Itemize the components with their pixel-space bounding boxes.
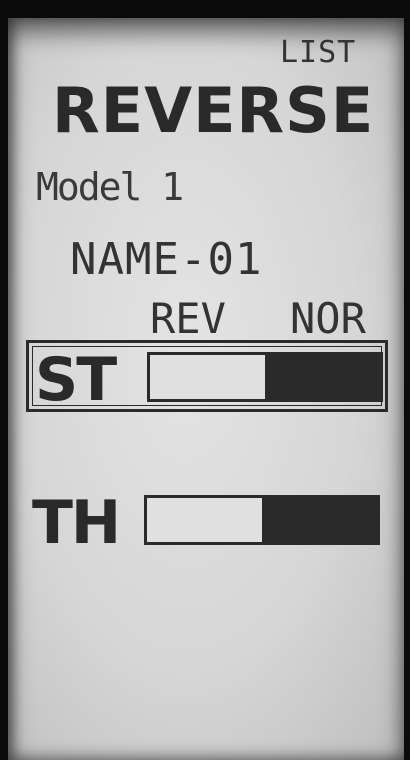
steering-direction-fill xyxy=(265,355,380,399)
channel-row-steering[interactable]: ST xyxy=(26,340,388,415)
channel-row-throttle[interactable]: TH xyxy=(26,486,388,558)
model-name: NAME-01 xyxy=(70,234,263,285)
device-bezel: LIST REVERSE Model 1 NAME-01 REV NOR ST … xyxy=(0,0,410,760)
screen-title: REVERSE xyxy=(52,74,375,147)
reverse-column-label: REV xyxy=(150,294,226,343)
lcd-screen: LIST REVERSE Model 1 NAME-01 REV NOR ST … xyxy=(8,18,404,760)
throttle-direction-fill xyxy=(262,498,377,542)
normal-column-label: NOR xyxy=(290,294,366,343)
channel-label-steering: ST xyxy=(35,345,117,415)
throttle-direction-bar[interactable] xyxy=(144,495,380,545)
list-menu-label[interactable]: LIST xyxy=(280,38,356,68)
steering-direction-bar[interactable] xyxy=(147,352,383,402)
channel-label-throttle: TH xyxy=(32,488,121,558)
model-number-label: Model 1 xyxy=(36,165,184,209)
